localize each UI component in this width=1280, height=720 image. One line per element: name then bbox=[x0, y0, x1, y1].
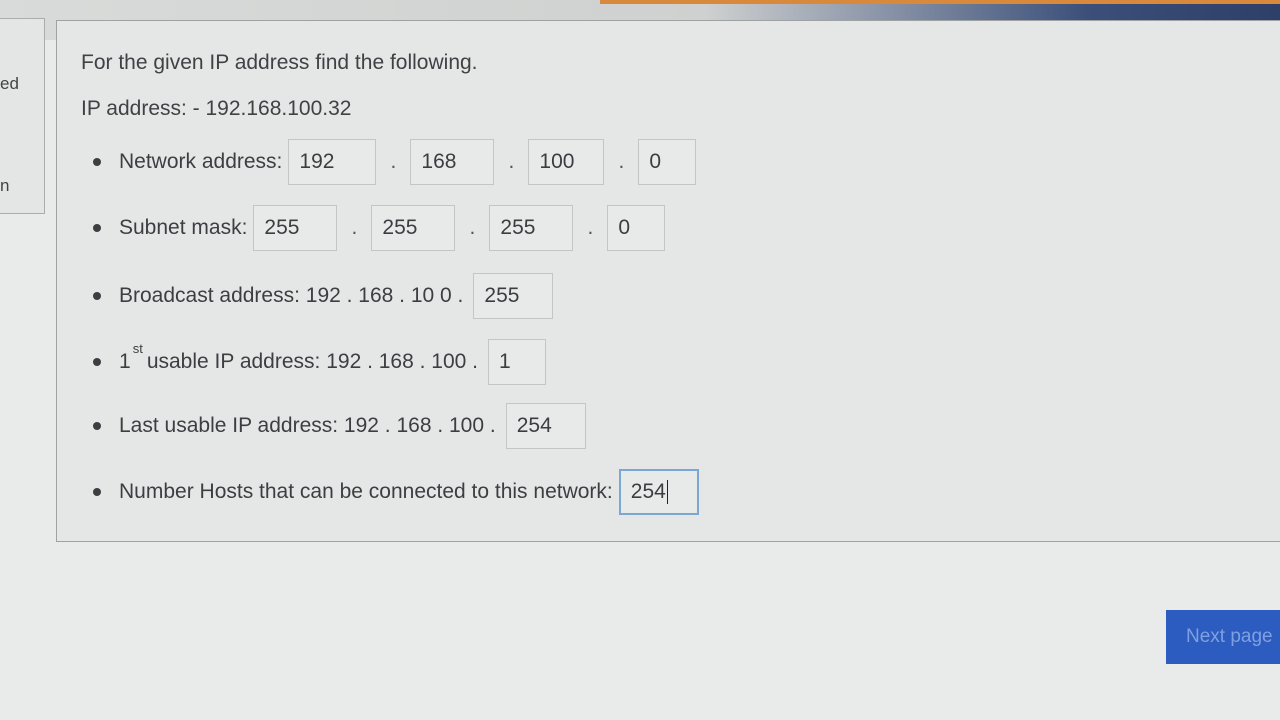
broadcast-octet-4-input[interactable]: 255 bbox=[473, 273, 554, 319]
bullet-icon bbox=[93, 358, 101, 366]
last-usable-octet-4-input[interactable]: 254 bbox=[505, 403, 586, 449]
subnet-mask-row: Subnet mask: 255 . 255 . 255 . 0 bbox=[93, 205, 666, 251]
network-address-label: Network address: bbox=[119, 150, 283, 173]
network-octet-2-input[interactable]: 168 bbox=[410, 139, 495, 185]
hosts-count-input[interactable]: 254 bbox=[618, 469, 699, 515]
subnet-mask-label: Subnet mask: bbox=[119, 216, 248, 239]
dot-separator: . bbox=[469, 216, 476, 239]
last-usable-label: Last usable IP address: 192 . 168 . 100 … bbox=[119, 414, 496, 437]
broadcast-row: Broadcast address: 192 . 168 . 10 0 . 25… bbox=[93, 273, 554, 319]
first-usable-label: usable IP address: 192 . 168 . 100 . bbox=[146, 350, 478, 373]
subnet-octet-4-input[interactable]: 0 bbox=[607, 205, 666, 251]
hosts-count-value: 254 bbox=[630, 480, 666, 503]
dot-separator: . bbox=[618, 150, 625, 173]
sidebar-text-bottom: n bbox=[0, 176, 10, 195]
bullet-icon bbox=[93, 158, 101, 166]
hosts-row: Number Hosts that can be connected to th… bbox=[93, 469, 699, 515]
subnet-octet-3-input[interactable]: 255 bbox=[489, 205, 574, 251]
first-usable-row: 1 st usable IP address: 192 . 168 . 100 … bbox=[93, 339, 546, 385]
next-page-button[interactable]: Next page bbox=[1166, 610, 1280, 664]
bullet-icon bbox=[93, 292, 101, 300]
question-heading: For the given IP address find the follow… bbox=[81, 51, 478, 74]
subnet-octet-1-input[interactable]: 255 bbox=[253, 205, 338, 251]
text-caret bbox=[666, 480, 668, 504]
dot-separator: . bbox=[508, 150, 515, 173]
network-octet-1-input[interactable]: 192 bbox=[288, 139, 377, 185]
last-usable-row: Last usable IP address: 192 . 168 . 100 … bbox=[93, 403, 586, 449]
first-usable-octet-4-input[interactable]: 1 bbox=[488, 339, 546, 385]
ip-address-line: IP address: - 192.168.100.32 bbox=[81, 97, 352, 120]
broadcast-label: Broadcast address: 192 . 168 . 10 0 . bbox=[119, 284, 464, 307]
first-usable-number: 1 bbox=[119, 350, 131, 373]
dot-separator: . bbox=[587, 216, 594, 239]
bullet-icon bbox=[93, 224, 101, 232]
dot-separator: . bbox=[390, 150, 397, 173]
bullet-icon bbox=[93, 488, 101, 496]
network-octet-3-input[interactable]: 100 bbox=[528, 139, 605, 185]
network-octet-4-input[interactable]: 0 bbox=[638, 139, 697, 185]
dot-separator: . bbox=[351, 216, 358, 239]
bullet-icon bbox=[93, 422, 101, 430]
accent-stripe bbox=[600, 0, 1280, 4]
subnet-octet-2-input[interactable]: 255 bbox=[371, 205, 456, 251]
sidebar-text-top: ed bbox=[0, 74, 19, 93]
first-usable-superscript: st bbox=[132, 340, 143, 356]
question-box: For the given IP address find the follow… bbox=[56, 20, 1280, 542]
network-address-row: Network address: 192 . 168 . 100 . 0 bbox=[93, 139, 697, 185]
hosts-label: Number Hosts that can be connected to th… bbox=[119, 480, 613, 503]
